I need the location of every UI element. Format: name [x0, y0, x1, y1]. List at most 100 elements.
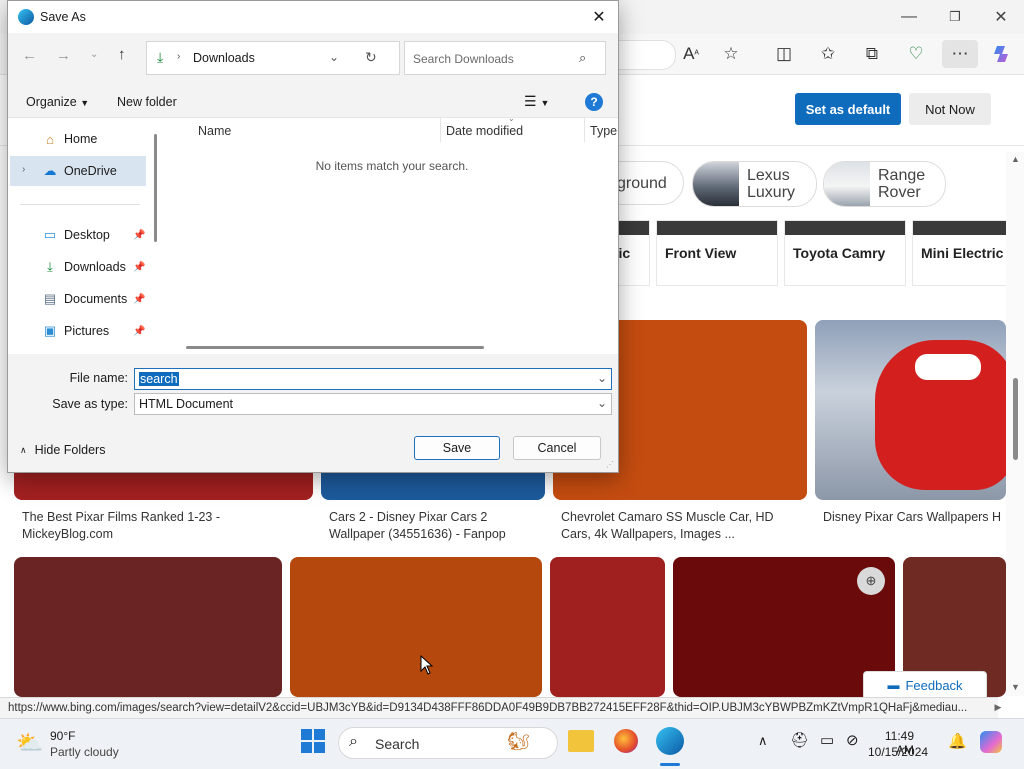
scroll-up-icon[interactable]: ▲ [1011, 154, 1020, 164]
tile-card[interactable]: Mini Electric [912, 220, 1008, 286]
display-icon[interactable]: ▭ [820, 731, 834, 749]
tile-card[interactable]: Toyota Camry [784, 220, 906, 286]
edge-taskbar-icon[interactable] [656, 727, 684, 755]
tile-label: Toyota Camry [793, 245, 886, 261]
image-result-cars-wallpaper[interactable] [815, 320, 1006, 500]
more-options-icon[interactable]: ⋯ [942, 40, 978, 68]
tree-item-label: Downloads [64, 260, 126, 274]
file-name-dropdown-icon[interactable]: ⌄ [597, 371, 607, 385]
result-caption[interactable]: Disney Pixar Cars Wallpapers H [823, 509, 1006, 526]
pin-icon: 📌 [133, 325, 146, 337]
taskbar-search-box[interactable]: ⌕ Search 🐿 [338, 727, 558, 759]
not-now-button[interactable]: Not Now [909, 93, 991, 125]
related-pill-lexus[interactable]: Lexus Luxury [692, 161, 817, 207]
address-bar[interactable] [617, 40, 676, 70]
refresh-icon[interactable]: ↻ [365, 49, 377, 66]
save-as-type-select[interactable]: HTML Document ⌄ [134, 393, 612, 415]
notification-bell-icon[interactable]: 🔔 [948, 732, 967, 750]
chevron-down-icon: ▼ [80, 98, 90, 108]
browser-essentials-icon[interactable]: ♡ [902, 40, 930, 68]
hide-folders-button[interactable]: ∧ Hide Folders [20, 443, 105, 457]
visual-search-icon[interactable]: ⊕ [857, 567, 885, 595]
home-icon: ⌂ [46, 131, 54, 147]
save-button[interactable]: Save [414, 436, 500, 460]
set-as-default-button[interactable]: Set as default [795, 93, 901, 125]
volume-muted-icon[interactable]: ⊘ [846, 731, 859, 749]
tree-item-documents[interactable]: ▤ Documents 📌 [8, 284, 182, 314]
page-scrollbar[interactable]: ▲ ▼ [1006, 152, 1024, 696]
file-explorer-icon[interactable] [568, 730, 594, 752]
cancel-button[interactable]: Cancel [513, 436, 601, 460]
view-options-icon[interactable]: ☰ ▼ [524, 93, 549, 110]
dialog-close-button[interactable]: ✕ [586, 5, 612, 29]
split-screen-icon[interactable]: ◫ [770, 40, 798, 68]
save-as-dialog: Save As ✕ ← → ⌄ ↑ ⤓ › Downloads ⌄ ↻ Sear… [7, 0, 619, 473]
firefox-icon[interactable] [614, 729, 638, 753]
type-dropdown-icon[interactable]: ⌄ [597, 396, 607, 410]
search-downloads-field[interactable]: Search Downloads ⌕ [404, 41, 606, 75]
search-icon[interactable]: ⌕ [579, 50, 586, 66]
result-caption[interactable]: Chevrolet Camaro SS Muscle Car, HD Cars,… [561, 509, 801, 543]
tree-divider [20, 204, 140, 205]
related-pill-range-rover[interactable]: Range Rover [823, 161, 946, 207]
up-arrow-icon[interactable]: ↑ [118, 46, 126, 63]
column-header-name[interactable]: Name [198, 124, 231, 138]
expand-chevron-icon[interactable]: › [22, 164, 25, 175]
tree-item-onedrive[interactable]: › ☁ OneDrive [10, 156, 146, 186]
pill-label: Lexus Luxury [747, 167, 796, 201]
result-caption[interactable]: Cars 2 - Disney Pixar Cars 2 Wallpaper (… [329, 509, 539, 543]
column-header-date[interactable]: Date modified [446, 124, 523, 138]
show-hidden-icons-chevron[interactable]: ∧ [758, 733, 768, 749]
image-result[interactable] [550, 557, 665, 697]
minimize-button[interactable]: — [886, 0, 932, 34]
pin-icon: 📌 [133, 229, 146, 241]
search-icon: ⌕ [349, 733, 358, 750]
feedback-button[interactable]: ▬ Feedback [863, 671, 987, 699]
clock-date[interactable]: 10/15/2024 [868, 745, 928, 759]
copilot-taskbar-icon[interactable] [980, 731, 1002, 753]
weather-description[interactable]: Partly cloudy [50, 745, 119, 759]
favorites-icon[interactable]: ✩ [814, 40, 842, 68]
scroll-down-icon[interactable]: ▼ [1011, 682, 1020, 692]
image-result[interactable]: ⊕ [673, 557, 895, 697]
help-icon[interactable]: ? [585, 93, 603, 111]
tile-card[interactable]: Front View [656, 220, 778, 286]
horizontal-scrollbar-thumb[interactable] [186, 346, 484, 349]
windows-start-icon[interactable] [300, 728, 328, 756]
read-aloud-icon[interactable]: Aᴬ [677, 40, 705, 68]
tree-scrollbar-thumb[interactable] [154, 134, 157, 242]
address-dropdown-icon[interactable]: ⌄ [329, 50, 339, 64]
pin-icon: 📌 [133, 293, 146, 305]
weather-icon[interactable]: ⛅ [16, 730, 43, 756]
collections-icon[interactable]: ⧉ [858, 40, 886, 68]
mouse-cursor-icon [420, 655, 434, 675]
dialog-bottom-panel: File name: search ⌄ Save as type: HTML D… [8, 354, 618, 472]
close-browser-button[interactable]: ✕ [978, 0, 1024, 34]
scroll-right-icon[interactable]: ▶ [990, 698, 1006, 717]
forward-arrow-icon[interactable]: → [56, 47, 71, 64]
column-header-type[interactable]: Type [590, 124, 617, 138]
weather-temperature[interactable]: 90°F [50, 729, 75, 743]
favorite-star-icon[interactable]: ☆ [717, 40, 745, 68]
image-result[interactable] [14, 557, 282, 697]
search-placeholder: Search Downloads [413, 52, 514, 66]
tree-item-downloads[interactable]: ⤓ Downloads 📌 [8, 252, 182, 282]
network-icon[interactable]: ⛑ [790, 731, 809, 749]
organize-button[interactable]: Organize ▼ [26, 95, 89, 109]
result-caption[interactable]: The Best Pixar Films Ranked 1-23 - Micke… [22, 509, 307, 543]
address-field[interactable]: ⤓ › Downloads ⌄ ↻ [146, 41, 400, 75]
restore-button[interactable]: ❐ [932, 0, 978, 34]
image-result[interactable] [290, 557, 542, 697]
resize-grip-icon[interactable]: ⋰ [606, 460, 614, 469]
collapse-chevron-icon: ∧ [20, 444, 27, 455]
new-folder-button[interactable]: New folder [117, 95, 177, 109]
column-divider[interactable] [440, 118, 441, 142]
recent-chevron-icon[interactable]: ⌄ [90, 49, 98, 60]
column-divider[interactable] [584, 118, 585, 142]
tree-item-pictures[interactable]: ▣ Pictures 📌 [8, 316, 182, 346]
breadcrumb-downloads[interactable]: Downloads [193, 51, 255, 65]
copilot-icon[interactable] [988, 40, 1016, 68]
file-name-input[interactable]: search ⌄ [134, 368, 612, 390]
back-arrow-icon[interactable]: ← [22, 47, 37, 64]
scrollbar-thumb[interactable] [1013, 378, 1018, 460]
